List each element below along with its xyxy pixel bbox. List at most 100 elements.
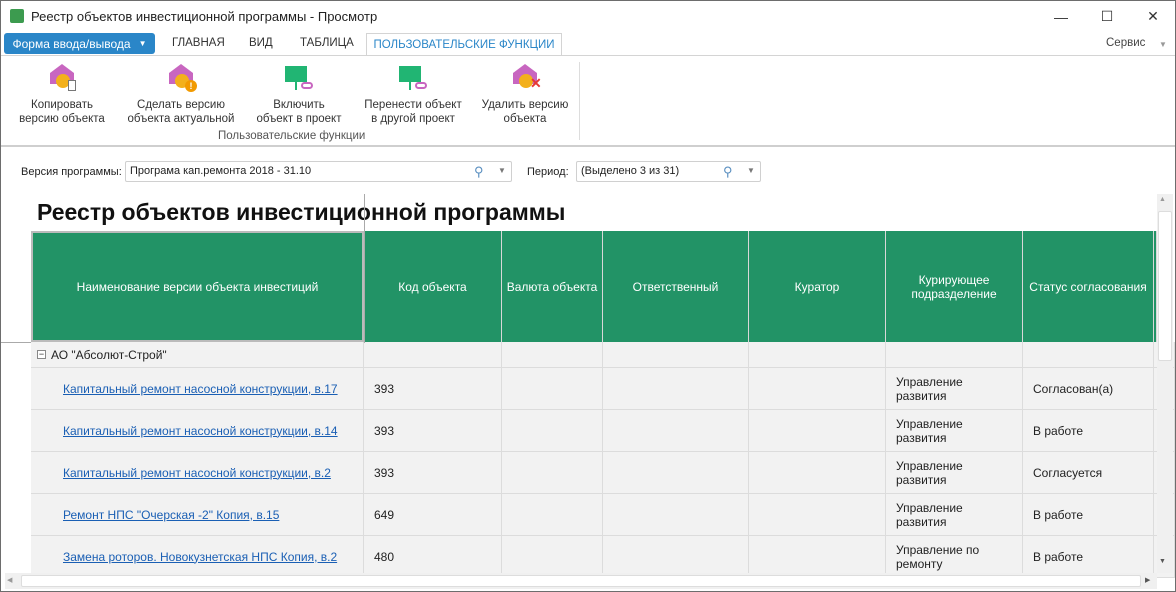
scroll-thumb[interactable] bbox=[1158, 211, 1172, 361]
chevron-down-icon: ▼ bbox=[138, 39, 147, 48]
app-icon bbox=[10, 9, 24, 23]
table-cell: 393 bbox=[364, 410, 502, 452]
version-value: Програма кап.ремонта 2018 - 31.10 bbox=[130, 165, 312, 177]
scroll-down-icon[interactable]: ▼ bbox=[1159, 558, 1166, 565]
period-combo[interactable]: (Выделено 3 из 31) ⚲ ▼ bbox=[576, 161, 761, 182]
object-version-link[interactable]: Капитальный ремонт насосной конструкции,… bbox=[63, 424, 338, 438]
button-label: объект в проект bbox=[256, 113, 342, 125]
approval-status: В работе bbox=[1033, 423, 1084, 438]
table-cell: 393 bbox=[364, 452, 502, 494]
group-cell bbox=[603, 342, 749, 368]
form-io-label: Форма ввода/вывода bbox=[12, 36, 131, 51]
table-cell: В работе bbox=[1023, 410, 1154, 452]
chevron-down-icon[interactable]: ▼ bbox=[747, 166, 755, 175]
vertical-scrollbar[interactable]: ▲ ▼ bbox=[1157, 194, 1173, 573]
button-label: объекта bbox=[503, 113, 547, 125]
column-header-curator: Куратор bbox=[749, 231, 886, 342]
tab-view[interactable]: ВИД bbox=[249, 37, 273, 49]
maximize-button[interactable]: ☐ bbox=[1084, 1, 1130, 32]
table-cell bbox=[502, 536, 603, 578]
ribbon-separator bbox=[579, 62, 580, 140]
scroll-up-icon[interactable]: ▲ bbox=[1159, 196, 1166, 203]
search-icon[interactable]: ⚲ bbox=[723, 164, 733, 180]
table-cell bbox=[502, 368, 603, 410]
chevron-down-icon: ▼ bbox=[1159, 40, 1167, 49]
freeze-line bbox=[1, 342, 31, 343]
period-label: Период: bbox=[527, 166, 569, 178]
table-cell: В работе bbox=[1023, 536, 1154, 578]
button-label: в другой проект bbox=[371, 113, 455, 125]
horizontal-scrollbar[interactable]: ◀ ▶ bbox=[5, 573, 1157, 589]
table-cell: 480 bbox=[364, 536, 502, 578]
table-cell: Управление развития bbox=[886, 452, 1023, 494]
column-header-status: Статус согласования bbox=[1023, 231, 1154, 342]
house-copy-icon bbox=[46, 62, 78, 94]
approval-status: Согласуется bbox=[1033, 465, 1103, 480]
table-cell bbox=[749, 536, 886, 578]
column-header-dept: Курирующее подразделение bbox=[886, 231, 1023, 342]
table-row[interactable]: Капитальный ремонт насосной конструкции,… bbox=[31, 410, 364, 452]
house-warning-icon: ! bbox=[165, 62, 197, 94]
table-cell: 649 bbox=[364, 494, 502, 536]
table-row[interactable]: Ремонт НПС "Очерская -2" Копия, в.15 bbox=[31, 494, 364, 536]
object-version-link[interactable]: Ремонт НПС "Очерская -2" Копия, в.15 bbox=[63, 508, 279, 522]
column-header-code: Код объекта bbox=[364, 231, 502, 342]
column-header-name: Наименование версии объекта инвестиций bbox=[31, 231, 364, 342]
table-cell: Согласован(а) bbox=[1023, 368, 1154, 410]
column-header-responsible: Ответственный bbox=[603, 231, 749, 342]
service-menu[interactable]: Сервис bbox=[1106, 37, 1145, 49]
button-label: Копировать bbox=[31, 99, 93, 111]
object-version-link[interactable]: Замена роторов. Новокузнетская НПС Копия… bbox=[63, 550, 337, 564]
object-code: 393 bbox=[374, 465, 395, 480]
move-to-project-button[interactable]: Перенести объект в другой проект bbox=[359, 62, 467, 126]
object-code: 393 bbox=[374, 423, 395, 438]
tab-table[interactable]: ТАБЛИЦА bbox=[300, 37, 354, 49]
tab-main[interactable]: ГЛАВНАЯ bbox=[172, 37, 225, 49]
ribbon-group-label: Пользовательские функции bbox=[218, 130, 366, 142]
copy-version-button[interactable]: Копировать версию объекта bbox=[15, 62, 109, 126]
collapse-icon[interactable]: − bbox=[37, 350, 46, 359]
button-label: Сделать версию bbox=[137, 99, 225, 111]
minimize-button[interactable]: — bbox=[1038, 1, 1084, 32]
button-label: версию объекта bbox=[19, 113, 105, 125]
table-cell bbox=[502, 410, 603, 452]
scroll-right-icon[interactable]: ▶ bbox=[1145, 576, 1150, 584]
house-delete-icon: ✕ bbox=[509, 62, 542, 94]
group-cell bbox=[364, 342, 502, 368]
button-label: Перенести объект bbox=[364, 99, 462, 111]
table-row[interactable]: Капитальный ремонт насосной конструкции,… bbox=[31, 452, 364, 494]
board-link-icon bbox=[283, 62, 315, 94]
table-cell bbox=[502, 494, 603, 536]
table-cell bbox=[603, 494, 749, 536]
table-cell bbox=[749, 368, 886, 410]
object-code: 480 bbox=[374, 549, 395, 564]
table-cell: Управление развития bbox=[886, 410, 1023, 452]
period-value: (Выделено 3 из 31) bbox=[581, 165, 680, 177]
window-title: Реестр объектов инвестиционной программы… bbox=[31, 9, 378, 24]
button-label: объекта актуальной bbox=[127, 113, 235, 125]
search-icon[interactable]: ⚲ bbox=[474, 164, 484, 180]
approval-status: В работе bbox=[1033, 507, 1084, 522]
object-version-link[interactable]: Капитальный ремонт насосной конструкции,… bbox=[63, 382, 338, 396]
table-cell: В работе bbox=[1023, 494, 1154, 536]
delete-version-button[interactable]: ✕ Удалить версию объекта bbox=[477, 62, 573, 126]
object-version-link[interactable]: Капитальный ремонт насосной конструкции,… bbox=[63, 466, 331, 480]
include-in-project-button[interactable]: Включить объект в проект bbox=[251, 62, 347, 126]
department: Управление развития bbox=[896, 374, 963, 403]
version-combo[interactable]: Програма кап.ремонта 2018 - 31.10 ⚲ ▼ bbox=[125, 161, 512, 182]
make-version-current-button[interactable]: ! Сделать версию объекта актуальной bbox=[123, 62, 239, 126]
group-cell bbox=[886, 342, 1023, 368]
department: Управление развития bbox=[896, 458, 963, 487]
close-button[interactable]: ✕ bbox=[1130, 1, 1176, 32]
table-cell: Управление развития bbox=[886, 368, 1023, 410]
column-header-currency: Валюта объекта bbox=[502, 231, 603, 342]
ribbon-tabs: Форма ввода/вывода ▼ ГЛАВНАЯ ВИД ТАБЛИЦА … bbox=[1, 32, 1175, 56]
table-cell bbox=[749, 452, 886, 494]
form-io-menu-button[interactable]: Форма ввода/вывода ▼ bbox=[4, 33, 155, 54]
table-row[interactable]: Замена роторов. Новокузнетская НПС Копия… bbox=[31, 536, 364, 578]
table-row[interactable]: Капитальный ремонт насосной конструкции,… bbox=[31, 368, 364, 410]
scroll-left-icon[interactable]: ◀ bbox=[7, 576, 12, 584]
chevron-down-icon[interactable]: ▼ bbox=[498, 166, 506, 175]
tab-custom-functions[interactable]: ПОЛЬЗОВАТЕЛЬСКИЕ ФУНКЦИИ bbox=[366, 33, 562, 56]
scroll-thumb[interactable] bbox=[21, 575, 1141, 587]
